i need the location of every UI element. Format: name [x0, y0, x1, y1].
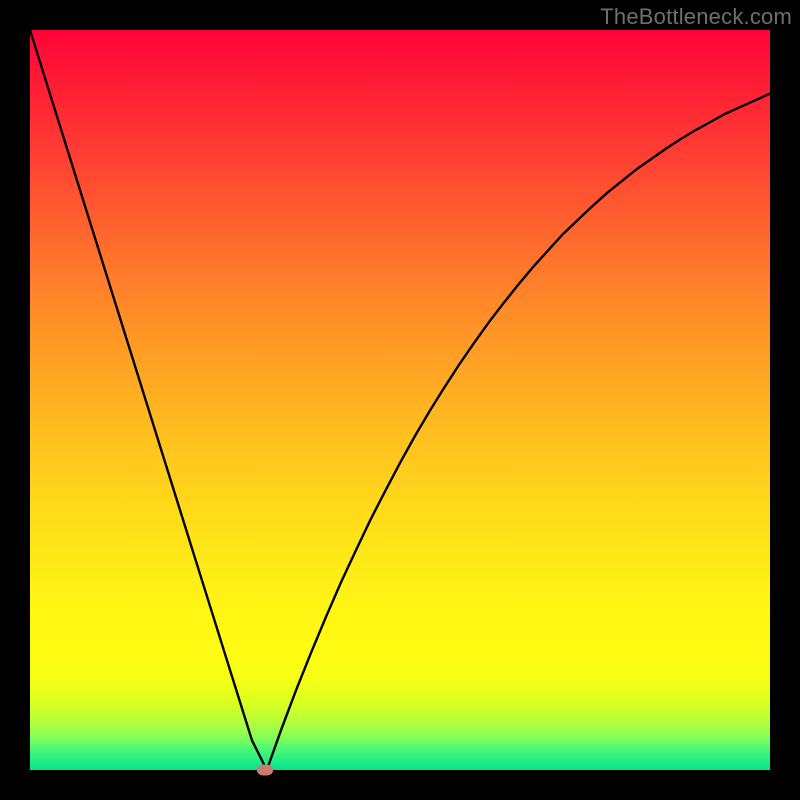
watermark-text: TheBottleneck.com — [600, 4, 792, 30]
bottleneck-curve — [30, 30, 770, 770]
chart-frame: TheBottleneck.com — [0, 0, 800, 800]
plot-area — [30, 30, 770, 770]
curve-path — [30, 30, 770, 770]
minimum-marker — [257, 765, 273, 776]
